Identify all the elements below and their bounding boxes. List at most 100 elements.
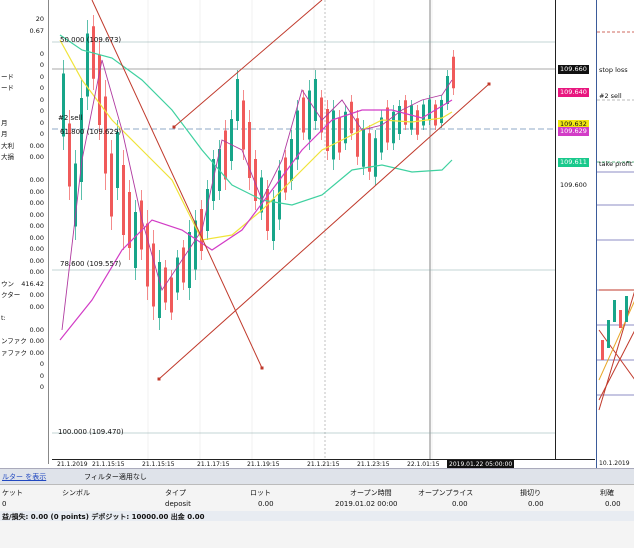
stats-value: 0.00 (29, 222, 44, 230)
table-cell: 2019.01.02 00:00 (335, 500, 398, 508)
candle (422, 104, 425, 126)
stats-label: ァファク (1, 348, 27, 357)
candle (398, 106, 401, 134)
stats-row (0, 164, 46, 175)
filter-bar: ルター を表示 フィルター適用なし (0, 468, 634, 485)
stats-value: 0.00 (29, 348, 44, 357)
stats-value: 0.00 (29, 187, 44, 196)
column-header[interactable]: ロット (250, 488, 271, 498)
stats-value: 0.00 (29, 233, 44, 242)
price-axis: 109.660 109.640 109.632 109.629 109.611 109.6… (555, 0, 596, 459)
stop-loss-label: stop loss (599, 66, 628, 74)
candle (290, 139, 293, 181)
fib-label-sell: #2 sell (58, 114, 82, 122)
candle (434, 104, 437, 126)
stats-value: 0.00 (29, 337, 44, 345)
stats-value: 0 (39, 61, 44, 69)
table-cell: 0 (2, 500, 7, 508)
stats-value: 0.00 (29, 325, 44, 334)
stats-value: 0.00 (29, 256, 44, 265)
candle (386, 107, 389, 143)
column-header[interactable]: シンボル (62, 488, 90, 498)
secondary-chart[interactable]: stop loss #2 sell take profit 10.1.2019 (596, 0, 634, 468)
stats-row: 0.67 (0, 26, 46, 37)
column-header[interactable]: オープン時間 (350, 488, 392, 498)
candle (188, 232, 191, 288)
footer-bar: 益/損失: 0.00 (0 points) デポジット: 10000.00 出金… (0, 511, 634, 521)
stats-row: 0.00 (0, 198, 46, 209)
table-cell: 0.00 (258, 500, 274, 508)
candle (152, 243, 155, 307)
price-label: 109.629 (558, 127, 589, 136)
stats-value: 0 (39, 72, 44, 81)
stats-row: ァファク 0.00 (0, 348, 46, 359)
stats-value: 416.42 (21, 279, 44, 288)
fib-label-f100: 100.000 (109.470) (58, 428, 124, 436)
stats-row: t: (0, 313, 46, 324)
candle (236, 79, 239, 121)
candle (116, 132, 119, 188)
stats-value: 0.00 (29, 268, 44, 276)
stats-value: 0 (39, 130, 44, 138)
stats-row: 0.00 (0, 233, 46, 244)
candle (230, 119, 233, 161)
candle (128, 192, 131, 248)
column-header[interactable]: ケット (2, 488, 23, 498)
stats-row (0, 37, 46, 48)
trade-table: ケット シンボル タイプ ロット オープン時間 オープンプライス 損切り 利確 0 deposi… (0, 484, 634, 548)
stats-value: 0.00 (29, 153, 44, 161)
candle (368, 133, 371, 172)
stats-row: 月0 (0, 129, 46, 140)
stats-row: 月0 (0, 118, 46, 129)
trendline-anchor (487, 82, 491, 86)
show-filter-link[interactable]: ルター を表示 (2, 472, 46, 482)
account-summary: 益/損失: 0.00 (0 points) デポジット: 10000.00 出金… (2, 513, 205, 521)
stats-label: ンファク (1, 337, 27, 345)
trendline-upper (173, 0, 323, 128)
stats-value: 0 (39, 118, 44, 127)
stats-value: 0 (39, 107, 44, 115)
price-chart[interactable]: 50.000 (109.673) #2 sell 61.800 (109.629) 7… (52, 0, 555, 459)
stats-row: 0 (0, 371, 46, 382)
candle (320, 97, 323, 133)
stats-value: 0.00 (29, 176, 44, 184)
trend-lines (91, 0, 491, 381)
candle (302, 97, 305, 133)
stats-label: ウン (1, 279, 14, 288)
price-label: 109.600 (560, 181, 587, 189)
candle (452, 56, 455, 89)
candle (362, 128, 365, 167)
candle (314, 79, 317, 121)
stats-row: 0 (0, 60, 46, 71)
stats-row: 0.00 (0, 302, 46, 313)
stats-value: 0.00 (29, 199, 44, 207)
stats-label: 月 (1, 130, 8, 138)
column-header[interactable]: タイプ (165, 488, 186, 498)
sell-label: #2 sell (599, 92, 622, 100)
stats-label: t: (1, 314, 6, 322)
stats-value: 0.00 (29, 141, 44, 150)
stats-value: 0.00 (29, 302, 44, 311)
stats-row: 0 (0, 359, 46, 370)
fib-label-f618: 61.800 (109.629) (60, 128, 121, 136)
stats-row: 0 (0, 95, 46, 106)
trendline-anchor (260, 366, 264, 370)
column-header[interactable]: オープンプライス (418, 488, 473, 498)
stats-value: 20 (35, 15, 44, 23)
candle (428, 99, 431, 121)
stats-panel: 20 0.67 0 0 ード 0 ード 0 0 0 月 0 月 0 大利 0.00 大損 0.00 0.00 0.00… (0, 0, 49, 464)
stats-value: 0.00 (29, 210, 44, 219)
candle (158, 262, 161, 318)
take-profit-label: take profit (599, 160, 633, 168)
stats-label: 大損 (1, 153, 14, 161)
table-cell: 0.00 (605, 500, 621, 508)
stats-row: 0.00 (0, 325, 46, 336)
candle (416, 110, 419, 135)
stats-row: 0.00 (0, 244, 46, 255)
column-header[interactable]: 利確 (600, 488, 614, 498)
candle (440, 99, 443, 124)
candle (296, 110, 299, 160)
stats-row: 0.00 (0, 256, 46, 267)
chart-canvas[interactable]: 50.000 (109.673) #2 sell 61.800 (109.629) 7… (52, 0, 555, 459)
column-header[interactable]: 損切り (520, 488, 541, 498)
